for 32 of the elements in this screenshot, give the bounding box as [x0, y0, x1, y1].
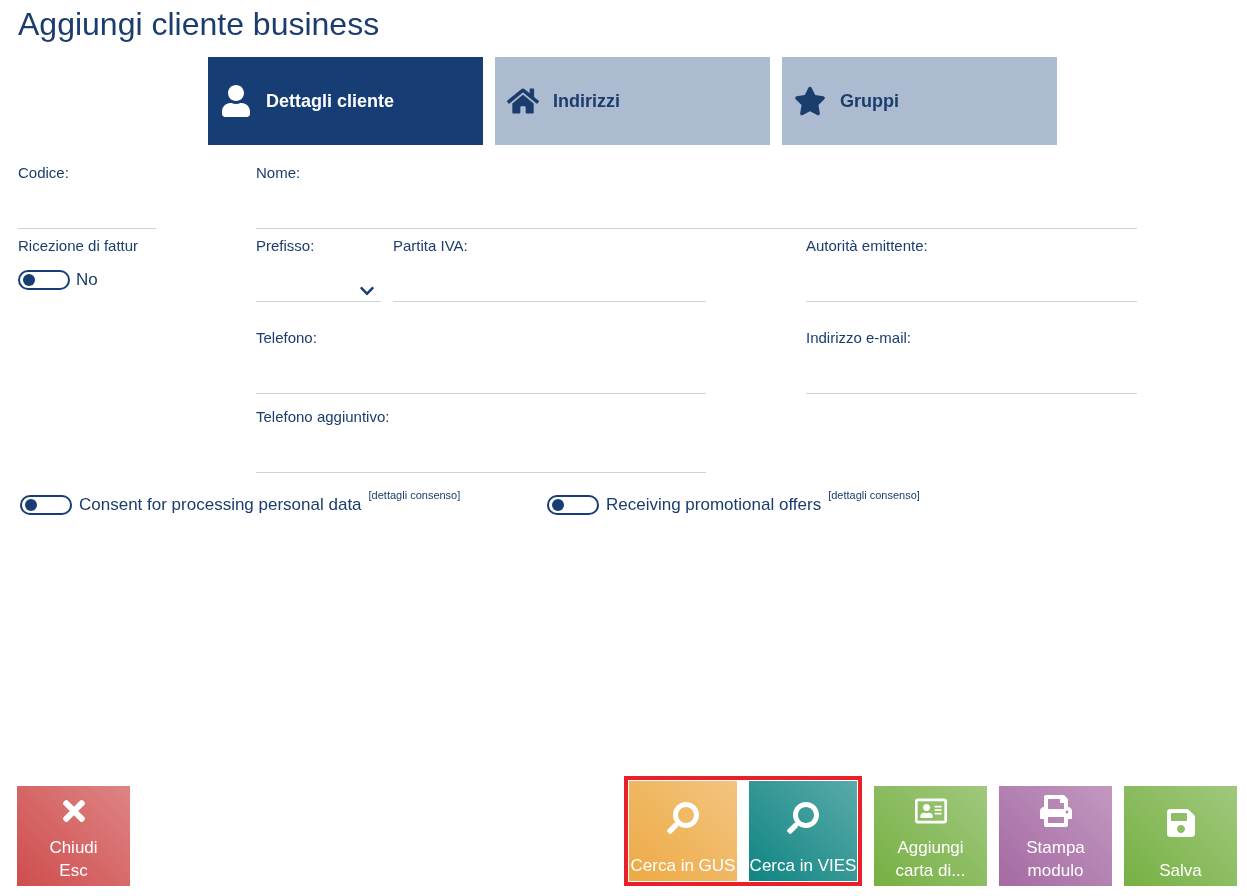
details-link[interactable]: [dettagli consenso]	[368, 489, 461, 501]
action-button[interactable]: Aggiungi carta di...	[874, 786, 987, 886]
field-label: Codice:	[18, 163, 70, 183]
field-label: Telefono aggiuntivo:	[256, 407, 391, 427]
search-icon	[787, 801, 819, 834]
tab[interactable]: Gruppi	[782, 57, 1057, 145]
star-icon	[794, 85, 826, 117]
consent-label: Receiving promotional offers	[606, 495, 822, 515]
toggle-switch[interactable]	[20, 495, 72, 515]
toggle-switch[interactable]	[18, 270, 70, 290]
action-button[interactable]: Stampa modulo	[999, 786, 1112, 886]
page-title: Aggiungi cliente business	[18, 5, 381, 44]
tab[interactable]: Dettagli cliente	[208, 57, 483, 145]
printer-icon	[1039, 795, 1072, 827]
field-label: Telefono:	[256, 328, 318, 348]
action-button[interactable]: Salva	[1124, 786, 1237, 886]
field-label: Prefisso:	[256, 236, 316, 256]
toggle-value: No	[76, 270, 98, 290]
field-label: Partita IVA:	[393, 236, 469, 256]
save-icon	[1164, 806, 1197, 839]
consent-label: Consent for processing personal data	[79, 495, 362, 515]
details-link[interactable]: [dettagli consenso]	[828, 489, 920, 501]
field-label: Nome:	[256, 163, 302, 183]
tab[interactable]: Indirizzi	[495, 57, 770, 145]
search-icon	[667, 801, 699, 834]
field-label: Ricezione di fattur	[18, 236, 140, 256]
field-label: Indirizzo e-mail:	[806, 328, 913, 348]
action-button[interactable]: Cerca in VIES	[749, 781, 857, 881]
user-icon	[220, 85, 252, 117]
toggle-switch[interactable]	[547, 495, 599, 515]
action-button[interactable]: Chiudi Esc	[17, 786, 130, 886]
field-label: Autorità emittente:	[806, 236, 929, 256]
